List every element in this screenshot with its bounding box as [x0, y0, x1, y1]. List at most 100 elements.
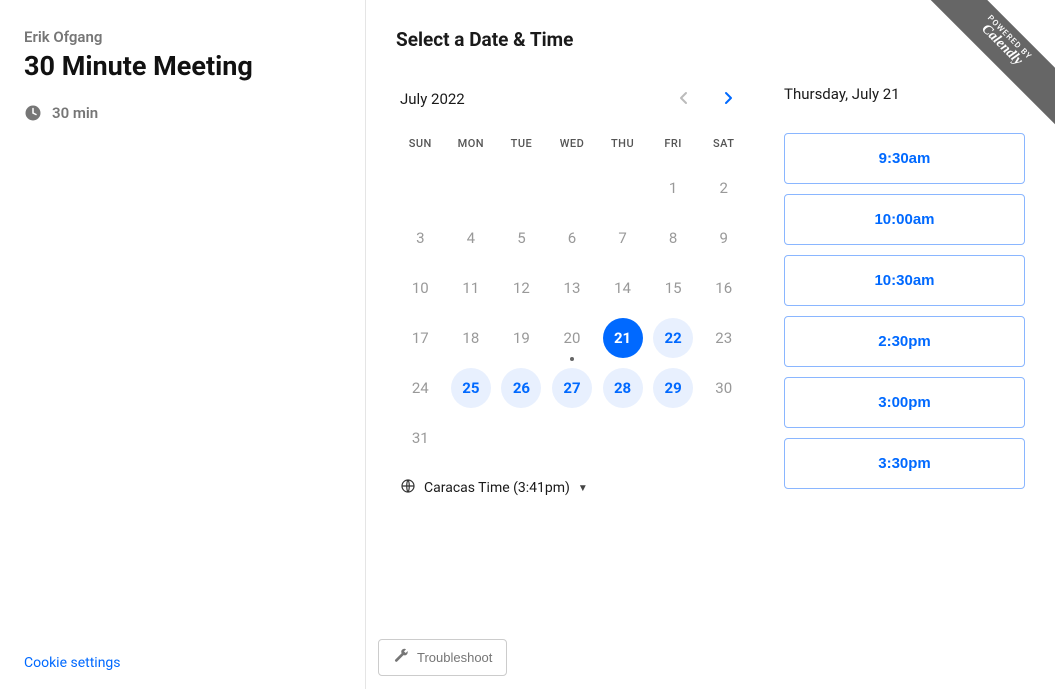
day-cell — [396, 166, 445, 210]
day-cell: 3 — [396, 216, 445, 260]
timeslot-button[interactable]: 10:00am — [784, 194, 1025, 245]
day-cell — [699, 416, 748, 460]
calendar-day: 16 — [704, 268, 744, 308]
day-cell: 2 — [699, 166, 748, 210]
calendar-day: 2 — [704, 168, 744, 208]
slot-list: 9:30am 10:00am 10:30am 2:30pm 3:00pm 3:30pm — [784, 133, 1025, 489]
calendar-day: 13 — [552, 268, 592, 308]
calendar-day: 8 — [653, 218, 693, 258]
day-cell — [598, 416, 647, 460]
day-cell: 24 — [396, 366, 445, 410]
calendar-grid: SUNMONTUEWEDTHUFRISAT1234567891011121314… — [396, 137, 748, 460]
day-of-week-header: WED — [548, 137, 597, 160]
calendar-day: 15 — [653, 268, 693, 308]
page-title: Select a Date & Time — [396, 28, 1025, 51]
timeslot-button[interactable]: 3:30pm — [784, 438, 1025, 489]
calendar-day: 19 — [501, 318, 541, 358]
day-cell: 22 — [649, 316, 698, 360]
day-of-week-header: TUE — [497, 137, 546, 160]
today-indicator — [570, 357, 574, 361]
meeting-title: 30 Minute Meeting — [24, 50, 335, 82]
calendar-day[interactable]: 22 — [653, 318, 693, 358]
calendar-day: 7 — [603, 218, 643, 258]
day-cell: 9 — [699, 216, 748, 260]
calendar-day[interactable]: 25 — [451, 368, 491, 408]
calendar-day: 11 — [451, 268, 491, 308]
day-cell: 5 — [497, 216, 546, 260]
calendar-day: 6 — [552, 218, 592, 258]
timeslot-button[interactable]: 9:30am — [784, 133, 1025, 184]
day-cell: 15 — [649, 266, 698, 310]
calendar-day: 18 — [451, 318, 491, 358]
calendar-day: 12 — [501, 268, 541, 308]
day-cell: 30 — [699, 366, 748, 410]
day-cell: 16 — [699, 266, 748, 310]
day-cell: 13 — [548, 266, 597, 310]
day-cell: 7 — [598, 216, 647, 260]
calendar-day: 4 — [451, 218, 491, 258]
calendar-day: 9 — [704, 218, 744, 258]
day-cell: 23 — [699, 316, 748, 360]
timeslot-button[interactable]: 10:30am — [784, 255, 1025, 306]
day-of-week-header: SAT — [699, 137, 748, 160]
day-cell: 19 — [497, 316, 546, 360]
globe-icon — [400, 478, 416, 498]
calendar-day: 10 — [400, 268, 440, 308]
next-month-button[interactable] — [712, 83, 744, 115]
timeslot-column: Thursday, July 21 9:30am 10:00am 10:30am 2:… — [784, 83, 1025, 498]
calendar-day[interactable]: 21 — [603, 318, 643, 358]
calendar-day: 24 — [400, 368, 440, 408]
day-cell: 12 — [497, 266, 546, 310]
calendar-day: 23 — [704, 318, 744, 358]
chevron-right-icon — [723, 91, 733, 108]
calendar-day[interactable]: 28 — [603, 368, 643, 408]
day-cell — [598, 166, 647, 210]
day-cell: 25 — [447, 366, 496, 410]
day-cell: 4 — [447, 216, 496, 260]
day-cell: 1 — [649, 166, 698, 210]
day-cell: 27 — [548, 366, 597, 410]
day-cell — [548, 416, 597, 460]
calendar-day[interactable]: 29 — [653, 368, 693, 408]
day-cell: 10 — [396, 266, 445, 310]
month-label: July 2022 — [400, 90, 465, 108]
chevron-left-icon — [679, 91, 689, 108]
day-cell: 11 — [447, 266, 496, 310]
day-cell: 14 — [598, 266, 647, 310]
troubleshoot-label: Troubleshoot — [417, 650, 492, 665]
calendar-day: 3 — [400, 218, 440, 258]
duration-label: 30 min — [52, 104, 98, 122]
day-cell: 17 — [396, 316, 445, 360]
calendar-day: 5 — [501, 218, 541, 258]
calendar-day: 17 — [400, 318, 440, 358]
calendar-day[interactable]: 27 — [552, 368, 592, 408]
troubleshoot-button[interactable]: Troubleshoot — [378, 639, 507, 676]
selected-date-label: Thursday, July 21 — [784, 85, 1025, 103]
day-cell: 18 — [447, 316, 496, 360]
day-cell: 26 — [497, 366, 546, 410]
timezone-selector[interactable]: Caracas Time (3:41pm) ▼ — [396, 478, 748, 498]
calendar-day: 20 — [552, 318, 592, 358]
day-of-week-header: MON — [447, 137, 496, 160]
calendar-day: 14 — [603, 268, 643, 308]
day-cell — [548, 166, 597, 210]
calendar-day: 1 — [653, 168, 693, 208]
timeslot-button[interactable]: 2:30pm — [784, 316, 1025, 367]
day-cell: 6 — [548, 216, 597, 260]
prev-month-button[interactable] — [668, 83, 700, 115]
calendar: July 2022 SUNMO — [396, 83, 748, 498]
cookie-settings-link[interactable]: Cookie settings — [24, 655, 121, 671]
day-cell: 28 — [598, 366, 647, 410]
day-of-week-header: SUN — [396, 137, 445, 160]
timezone-label: Caracas Time (3:41pm) — [424, 480, 570, 496]
day-of-week-header: THU — [598, 137, 647, 160]
wrench-icon — [393, 648, 409, 667]
sidebar: Erik Ofgang 30 Minute Meeting 30 min Coo… — [0, 0, 366, 689]
host-name: Erik Ofgang — [24, 28, 335, 46]
day-cell: 31 — [396, 416, 445, 460]
calendar-day[interactable]: 26 — [501, 368, 541, 408]
day-cell — [497, 166, 546, 210]
timeslot-button[interactable]: 3:00pm — [784, 377, 1025, 428]
day-of-week-header: FRI — [649, 137, 698, 160]
day-cell — [649, 416, 698, 460]
